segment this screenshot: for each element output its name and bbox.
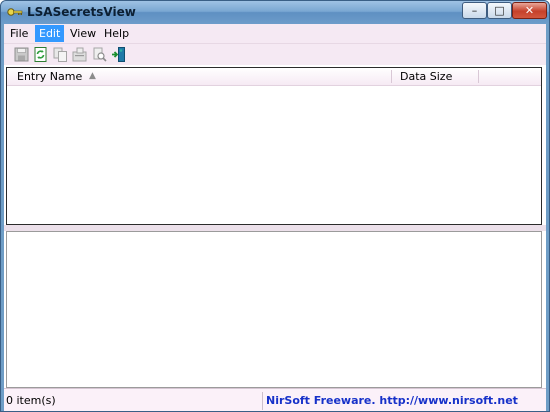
close-icon: ✕ [524,4,535,17]
column-entry-name[interactable]: Entry Name [11,68,391,85]
close-button[interactable]: ✕ [512,2,547,19]
column-divider[interactable] [391,70,392,83]
client-area: File Edit View Help Entry Name ▲ Data Si… [4,24,546,411]
save-icon[interactable] [13,46,30,63]
menu-help[interactable]: Help [100,25,133,42]
sort-ascending-icon: ▲ [89,71,96,81]
title-bar[interactable]: LSASecretsView – □ ✕ [1,1,549,24]
status-bar: 0 item(s) NirSoft Freeware. http://www.n… [4,388,546,411]
column-divider[interactable] [478,70,479,83]
copy-icon[interactable] [52,46,69,63]
menu-view[interactable]: View [66,25,100,42]
menu-bar: File Edit View Help [4,24,546,43]
maximize-button[interactable]: □ [487,2,512,19]
find-icon[interactable] [91,46,108,63]
minimize-button[interactable]: – [462,2,487,19]
column-data-size[interactable]: Data Size [394,68,478,85]
item-count: 0 item(s) [6,394,56,407]
exit-icon[interactable] [110,46,127,63]
app-window: LSASecretsView – □ ✕ File Edit View Help [0,0,550,412]
data-view-pane[interactable] [6,231,542,388]
menu-edit[interactable]: Edit [35,25,65,42]
key-icon [7,8,23,16]
status-divider [262,392,263,410]
nirsoft-link[interactable]: NirSoft Freeware. http://www.nirsoft.net [266,393,518,409]
toolbar [4,43,546,65]
maximize-icon: □ [494,4,505,17]
minimize-icon: – [471,4,478,17]
menu-file[interactable]: File [6,25,32,42]
window-title: LSASecretsView [27,5,136,19]
properties-icon[interactable] [71,46,88,63]
list-header: Entry Name ▲ Data Size [7,68,541,86]
refresh-icon[interactable] [32,46,49,63]
entries-list[interactable]: Entry Name ▲ Data Size [6,67,542,225]
